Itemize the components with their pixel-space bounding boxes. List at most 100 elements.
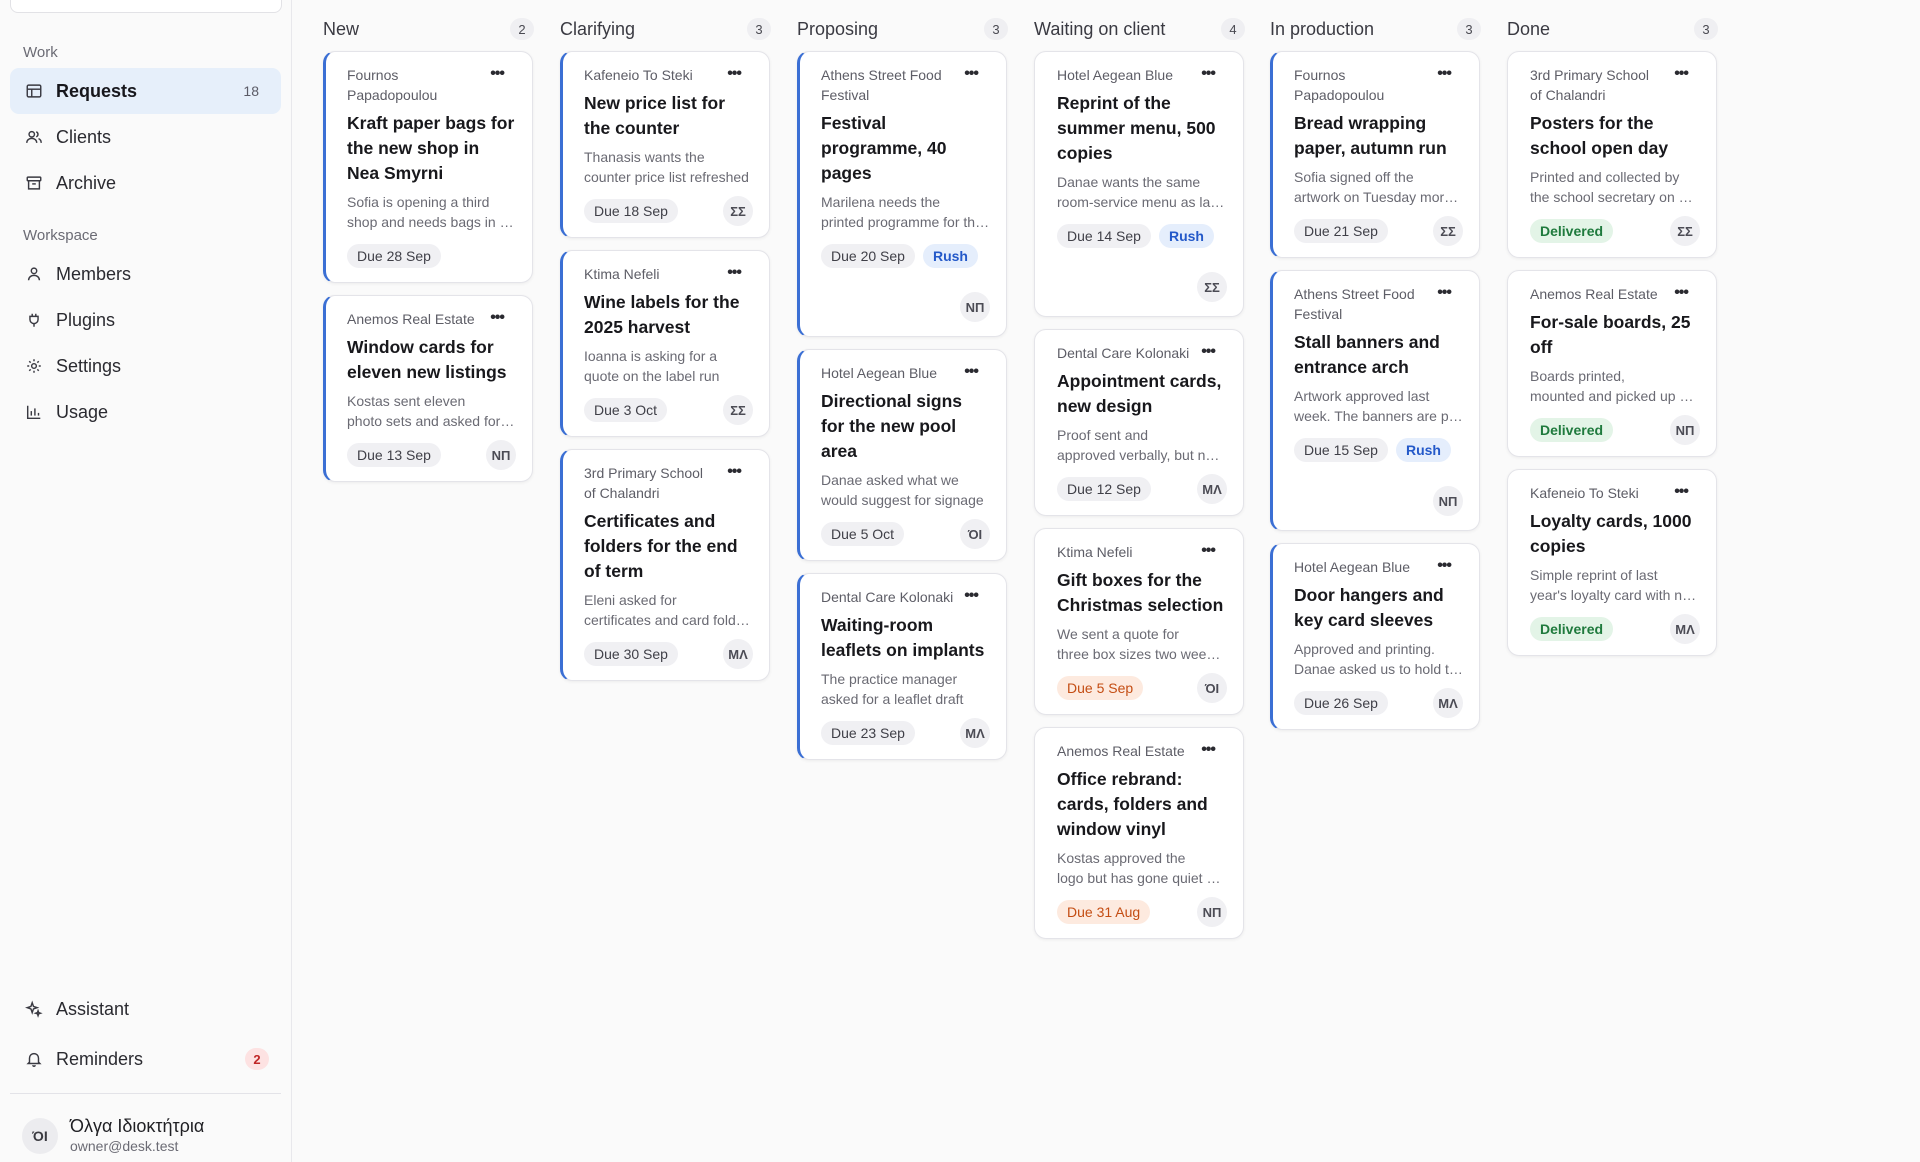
sidebar-item-assistant[interactable]: Assistant — [10, 986, 281, 1032]
more-options-icon[interactable]: ••• — [1437, 285, 1452, 301]
request-card[interactable]: Athens Street Food Festival ••• Stall bann… — [1270, 270, 1480, 531]
assignee-avatar[interactable]: ΜΛ — [1197, 474, 1227, 504]
assignee-avatar[interactable]: ΝΠ — [1670, 415, 1700, 445]
card-description-line: certificates and card folders — [584, 612, 753, 628]
card-description-line: Proof sent and — [1057, 427, 1149, 443]
more-options-icon[interactable]: ••• — [1201, 66, 1216, 82]
more-options-icon[interactable]: ••• — [727, 265, 742, 281]
assignee-avatar[interactable]: ΝΠ — [486, 440, 516, 470]
user-profile[interactable]: ΌΙ Όλγα Ιδιοκτήτρια owner@desk.test — [22, 1115, 204, 1155]
card-title: Waiting-room leaflets on implants — [821, 615, 985, 660]
request-card[interactable]: Kafeneio To Steki ••• Loyalty cards, 1000 … — [1507, 469, 1717, 656]
card-title: Loyalty cards, 1000 copies — [1530, 511, 1692, 556]
more-options-icon[interactable]: ••• — [490, 66, 505, 82]
assignee-avatar[interactable]: ΝΠ — [1433, 486, 1463, 516]
assignee-avatar[interactable]: ΜΛ — [1670, 614, 1700, 644]
more-options-icon[interactable]: ••• — [1201, 344, 1216, 360]
more-options-icon[interactable]: ••• — [727, 66, 742, 82]
more-options-icon[interactable]: ••• — [1674, 285, 1689, 301]
card-footer: Due 5 Sep ΌΙ — [1057, 673, 1227, 703]
card-footer: Due 18 Sep ΣΣ — [584, 196, 753, 226]
card-title: Wine labels for the 2025 harvest — [584, 292, 740, 337]
request-card[interactable]: 3rd Primary School of Chalandri ••• Poster… — [1507, 51, 1717, 258]
more-options-icon[interactable]: ••• — [1674, 66, 1689, 82]
request-card[interactable]: Dental Care Kolonaki ••• Waiting-room leaf… — [797, 573, 1007, 760]
sidebar-item-plugins[interactable]: Plugins — [10, 297, 281, 343]
request-card[interactable]: Ktima Nefeli ••• Wine labels for the 2025 … — [560, 250, 770, 437]
card-description: Marilena needs the printed programme for … — [821, 192, 990, 232]
assignee-avatar[interactable]: ΝΠ — [960, 292, 990, 322]
assignee-avatar[interactable]: ΌΙ — [960, 519, 990, 549]
assignee-avatar[interactable]: ΝΠ — [1197, 897, 1227, 927]
card-footer: Delivered ΜΛ — [1530, 614, 1700, 644]
assignee-avatar[interactable]: ΜΛ — [723, 639, 753, 669]
due-date-chip: Due 3 Oct — [584, 398, 668, 422]
due-date-chip: Due 30 Sep — [584, 642, 678, 666]
more-options-icon[interactable]: ••• — [1201, 543, 1216, 559]
more-options-icon[interactable]: ••• — [1437, 66, 1452, 82]
column-title: New — [323, 18, 360, 39]
assignee-avatar[interactable]: ΣΣ — [1433, 216, 1463, 246]
assignee-avatar[interactable]: ΜΛ — [1433, 688, 1463, 718]
request-card[interactable]: Hotel Aegean Blue ••• Reprint of the summe… — [1034, 51, 1244, 317]
column-header: Done 3 — [1507, 16, 1718, 42]
card-description-line: Approved and printing. — [1294, 641, 1435, 657]
users-icon — [24, 127, 44, 147]
card-title: Door hangers and key card sleeves — [1294, 585, 1444, 630]
column-count: 4 — [1221, 18, 1245, 40]
request-card[interactable]: Kafeneio To Steki ••• New price list for t… — [560, 51, 770, 238]
more-options-icon[interactable]: ••• — [727, 464, 742, 480]
sidebar-item-clients[interactable]: Clients — [10, 114, 281, 160]
request-card[interactable]: 3rd Primary School of Chalandri ••• Certif… — [560, 449, 770, 681]
section-label-workspace: Workspace — [23, 227, 98, 244]
sidebar-item-reminders[interactable]: Reminders 2 — [10, 1036, 281, 1082]
request-card[interactable]: Anemos Real Estate ••• For-sale boards, 25… — [1507, 270, 1717, 457]
more-options-icon[interactable]: ••• — [964, 588, 979, 604]
user-icon — [24, 264, 44, 284]
column-title: Clarifying — [560, 18, 636, 39]
card-description-line: week. The banners are printing — [1294, 408, 1463, 424]
more-options-icon[interactable]: ••• — [1674, 484, 1689, 500]
column-title: Waiting on client — [1034, 18, 1166, 39]
more-options-icon[interactable]: ••• — [964, 66, 979, 82]
request-card[interactable]: Fournos Papadopoulou ••• Kraft paper bags … — [323, 51, 533, 283]
request-card[interactable]: Fournos Papadopoulou ••• Bread wrapping pa… — [1270, 51, 1480, 258]
due-date-chip: Due 15 Sep — [1294, 438, 1388, 462]
card-description-line: Kostas sent eleven — [347, 393, 466, 409]
assignee-avatar[interactable]: ΌΙ — [1197, 673, 1227, 703]
card-description-line: counter price list refreshed — [584, 169, 749, 185]
request-card[interactable]: Anemos Real Estate ••• Window cards for el… — [323, 295, 533, 482]
card-description: Printed and collected by the school secre… — [1530, 167, 1700, 207]
sidebar-item-requests[interactable]: Requests 18 — [10, 68, 281, 114]
card-list: Kafeneio To Steki ••• New price list for t… — [560, 51, 771, 681]
sidebar-item-settings[interactable]: Settings — [10, 343, 281, 389]
sidebar-item-members[interactable]: Members — [10, 251, 281, 297]
more-options-icon[interactable]: ••• — [964, 364, 979, 380]
status-badge: Delivered — [1530, 219, 1614, 243]
search-input[interactable] — [10, 0, 282, 13]
more-options-icon[interactable]: ••• — [1437, 558, 1452, 574]
card-footer: Delivered ΝΠ — [1530, 415, 1700, 445]
assignee-avatar[interactable]: ΣΣ — [1197, 272, 1227, 302]
request-card[interactable]: Dental Care Kolonaki ••• Appointment cards… — [1034, 329, 1244, 516]
request-card[interactable]: Athens Street Food Festival ••• Festival p… — [797, 51, 1007, 337]
request-card[interactable]: Hotel Aegean Blue ••• Door hangers and key… — [1270, 543, 1480, 730]
sidebar-item-archive[interactable]: Archive — [10, 160, 281, 206]
assignee-avatar[interactable]: ΣΣ — [723, 395, 753, 425]
due-date-chip: Due 23 Sep — [821, 721, 915, 745]
request-card[interactable]: Anemos Real Estate ••• Office rebrand: car… — [1034, 727, 1244, 939]
assignee-avatar[interactable]: ΜΛ — [960, 718, 990, 748]
more-options-icon[interactable]: ••• — [490, 310, 505, 326]
column-count: 3 — [1694, 18, 1718, 40]
card-footer: Due 20 Sep Rush ΝΠ — [821, 244, 990, 322]
due-date-chip: Due 5 Sep — [1057, 676, 1144, 700]
card-description: We sent a quote for three box sizes two w… — [1057, 624, 1227, 664]
request-card[interactable]: Hotel Aegean Blue ••• Directional signs fo… — [797, 349, 1007, 561]
assignee-avatar[interactable]: ΣΣ — [1670, 216, 1700, 246]
column-header: Waiting on client 4 — [1034, 16, 1245, 42]
sidebar-item-usage[interactable]: Usage — [10, 389, 281, 435]
card-description: Artwork approved last week. The banners a… — [1294, 386, 1463, 426]
more-options-icon[interactable]: ••• — [1201, 742, 1216, 758]
request-card[interactable]: Ktima Nefeli ••• Gift boxes for the Christ… — [1034, 528, 1244, 715]
assignee-avatar[interactable]: ΣΣ — [723, 196, 753, 226]
